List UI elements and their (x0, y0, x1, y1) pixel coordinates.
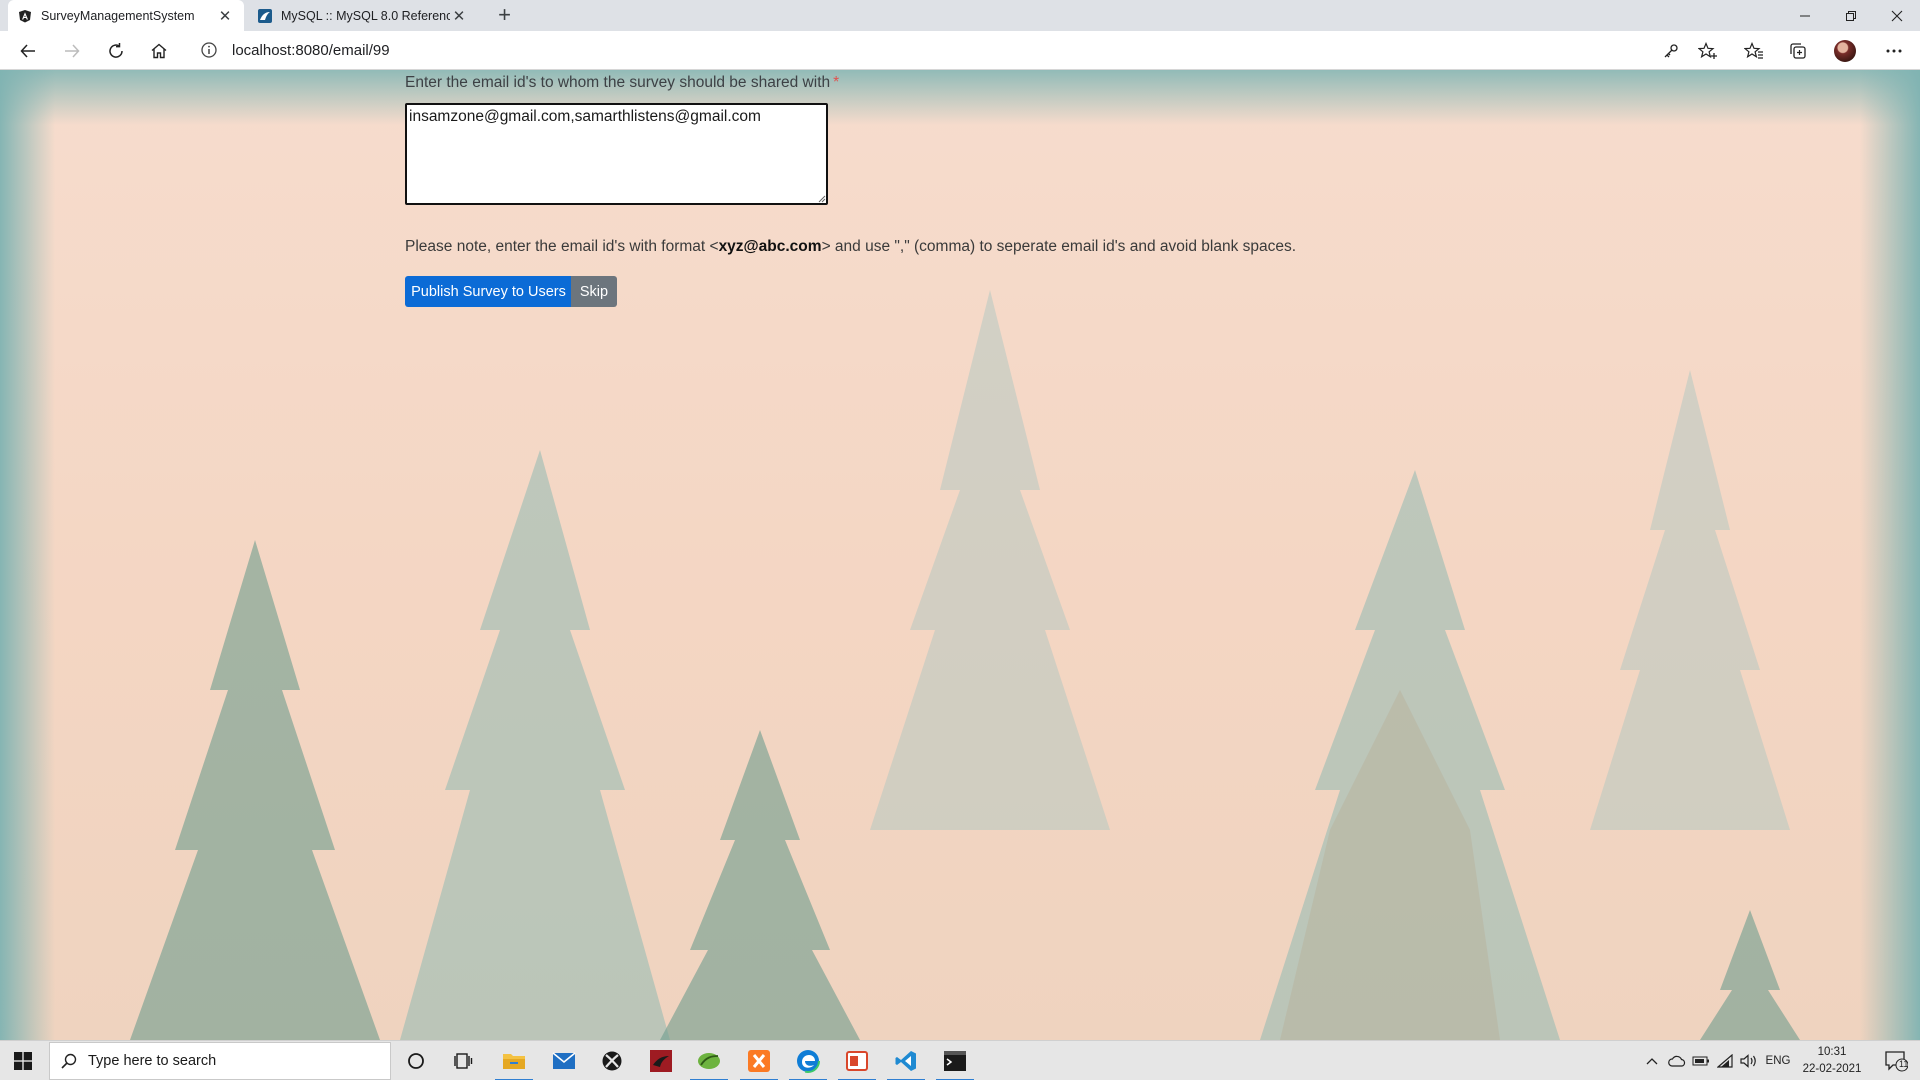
search-icon (61, 1053, 77, 1069)
search-placeholder: Type here to search (88, 1053, 217, 1069)
back-button[interactable] (12, 35, 44, 67)
action-center-button[interactable]: 11 (1876, 1041, 1916, 1080)
refresh-button[interactable] (100, 35, 132, 67)
tray-volume[interactable] (1738, 1041, 1760, 1080)
folder-icon (503, 1054, 525, 1069)
red-app-icon (846, 1051, 868, 1071)
tray-language[interactable]: ENG (1762, 1041, 1794, 1080)
terminal-icon (944, 1051, 966, 1071)
clock-date: 22-02-2021 (1802, 1063, 1862, 1075)
note-text-start: Please note, enter the email id's with f… (405, 238, 719, 255)
browser-toolbar: localhost:8080/email/99 (0, 31, 1920, 70)
clock-time: 10:31 (1817, 1046, 1847, 1058)
workbench-icon (650, 1050, 672, 1072)
profile-avatar[interactable] (1834, 40, 1856, 62)
required-asterisk: * (833, 74, 840, 91)
tab-title: MySQL :: MySQL 8.0 Reference M (281, 8, 450, 23)
tray-clock[interactable]: 10:31 22-02-2021 (1795, 1044, 1869, 1078)
favorites-icon (1744, 42, 1763, 59)
forest-background-image (0, 70, 1920, 1040)
restore-button[interactable] (1828, 0, 1874, 31)
restore-icon (1846, 10, 1856, 21)
refresh-icon (109, 43, 123, 58)
windows-logo-icon (14, 1052, 32, 1070)
note-text-end: > and use "," (comma) to seperate email … (821, 238, 1297, 255)
tray-show-hidden[interactable] (1642, 1041, 1662, 1080)
xampp-icon (748, 1050, 770, 1072)
close-tab-icon[interactable]: ✕ (450, 7, 468, 25)
xbox-icon (602, 1051, 622, 1071)
tray-onedrive[interactable] (1666, 1041, 1688, 1080)
taskbar-xbox[interactable] (588, 1041, 636, 1080)
page-viewport: Enter the email id's to whom the survey … (0, 70, 1920, 1040)
collections-button[interactable] (1782, 35, 1814, 67)
taskbar-spring-tool-suite[interactable] (685, 1041, 733, 1080)
resize-grip-icon[interactable] (818, 195, 826, 203)
battery-icon (1692, 1056, 1709, 1066)
spring-leaf-icon (698, 1053, 720, 1069)
cloud-icon (1668, 1055, 1686, 1067)
home-button[interactable] (143, 35, 175, 67)
taskbar-powerpoint-app[interactable] (833, 1041, 881, 1080)
favorites-button[interactable] (1738, 35, 1770, 67)
task-view-button[interactable] (440, 1041, 488, 1080)
address-url[interactable]: localhost:8080/email/99 (232, 42, 390, 59)
skip-button[interactable]: Skip (571, 276, 617, 307)
address-bar[interactable]: localhost:8080/email/99 (190, 34, 1765, 66)
taskbar-search-box[interactable]: Type here to search (49, 1042, 391, 1080)
cortana-button[interactable] (392, 1041, 440, 1080)
tab-title: SurveyManagementSystem (41, 8, 195, 23)
note-example-email: xyz@abc.com (718, 238, 822, 255)
emails-field-label: Enter the email id's to whom the survey … (405, 74, 839, 92)
start-button[interactable] (0, 1041, 46, 1080)
wifi-icon (1717, 1054, 1733, 1068)
chevron-up-icon (1646, 1058, 1658, 1065)
emails-label-text: Enter the email id's to whom the survey … (405, 74, 831, 91)
taskbar-terminal[interactable] (931, 1041, 979, 1080)
emails-textarea[interactable]: insamzone@gmail.com,samarthlistens@gmail… (405, 103, 828, 205)
taskbar-edge[interactable] (784, 1041, 832, 1080)
star-add-icon (1698, 42, 1717, 59)
taskbar-mysql-workbench[interactable] (637, 1041, 685, 1080)
collections-icon (1790, 43, 1806, 59)
more-dots-icon (1886, 49, 1902, 53)
arrow-right-icon (65, 44, 80, 58)
taskbar-mail[interactable] (540, 1041, 588, 1080)
speaker-icon (1740, 1054, 1756, 1068)
edge-icon (796, 1049, 820, 1073)
windows-taskbar: Type here to search ENG 10:31 22-02-2021… (0, 1040, 1920, 1080)
close-tab-icon[interactable]: ✕ (216, 7, 234, 25)
notification-count: 11 (1899, 1059, 1909, 1069)
cortana-circle-icon (408, 1053, 424, 1069)
tab-mysql-reference[interactable]: MySQL :: MySQL 8.0 Reference M ✕ (248, 0, 478, 31)
taskbar-xampp[interactable] (735, 1041, 783, 1080)
tray-network[interactable] (1714, 1041, 1736, 1080)
minimize-button[interactable] (1782, 0, 1828, 31)
taskbar-vscode[interactable] (882, 1041, 930, 1080)
mysql-icon (258, 8, 272, 23)
password-key-button[interactable] (1655, 35, 1687, 67)
forward-button[interactable] (56, 35, 88, 67)
tray-battery[interactable] (1690, 1041, 1712, 1080)
task-view-icon (454, 1053, 473, 1069)
close-icon (1891, 10, 1903, 21)
tab-survey-management[interactable]: SurveyManagementSystem ✕ (8, 0, 244, 31)
add-favorite-button[interactable] (1692, 35, 1724, 67)
key-icon (1664, 44, 1678, 58)
settings-more-button[interactable] (1878, 35, 1910, 67)
vscode-icon (895, 1051, 916, 1071)
taskbar-file-explorer[interactable] (490, 1041, 538, 1080)
arrow-left-icon (20, 44, 35, 58)
new-tab-button[interactable]: + (492, 3, 517, 28)
minimize-icon (1800, 15, 1810, 16)
home-icon (151, 43, 167, 59)
close-window-button[interactable] (1874, 0, 1920, 31)
mail-icon (552, 1052, 576, 1069)
email-format-note: Please note, enter the email id's with f… (405, 238, 1296, 256)
angular-icon (19, 9, 31, 22)
info-icon[interactable] (200, 41, 218, 59)
publish-survey-button[interactable]: Publish Survey to Users (405, 276, 572, 307)
tab-strip: SurveyManagementSystem ✕ MySQL :: MySQL … (0, 0, 1920, 31)
